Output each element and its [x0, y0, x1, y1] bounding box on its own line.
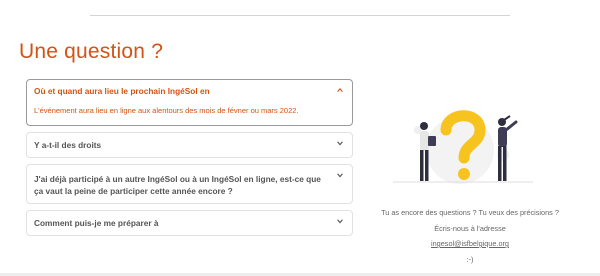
faq-question-1-text: Où et quand aura lieu le prochain IngéSo…	[34, 86, 210, 96]
contact-email-link[interactable]: ingesol@isfbelgique.org	[431, 239, 509, 248]
faq-question-4-text: Comment puis-je me préparer à	[34, 218, 159, 228]
chevron-up-icon[interactable]	[336, 86, 344, 94]
faq-answer-1: L'événement aura lieu en ligne aux alent…	[34, 106, 299, 115]
contact-smiley: :-)	[466, 254, 474, 264]
faq-item-1[interactable]: Où et quand aura lieu le prochain IngéSo…	[26, 79, 353, 126]
top-divider	[90, 15, 510, 16]
chevron-down-icon[interactable]	[336, 139, 344, 147]
faq-item-4[interactable]: Comment puis-je me préparer à	[26, 210, 353, 236]
faq-question-2[interactable]: Y a-t-il des droits	[27, 133, 352, 157]
faq-question-1[interactable]: Où et quand aura lieu le prochain IngéSo…	[27, 80, 352, 102]
contact-line-2: Écris-nous à l'adresse	[434, 223, 506, 233]
faq-accordion: Où et quand aura lieu le prochain IngéSo…	[26, 79, 353, 242]
faq-item-2[interactable]: Y a-t-il des droits	[26, 132, 353, 158]
faq-question-3-text: J'ai déjà participé à un autre IngéSol o…	[34, 174, 321, 196]
contact-line-1: Tu as encore des questions ? Tu veux des…	[381, 208, 559, 217]
chevron-down-icon[interactable]	[336, 171, 344, 179]
faq-item-3[interactable]: J'ai déjà participé à un autre IngéSol o…	[26, 164, 353, 204]
faq-question-3[interactable]: J'ai déjà participé à un autre IngéSol o…	[27, 165, 352, 203]
chevron-down-icon[interactable]	[336, 217, 344, 225]
page-title: Une question ?	[19, 40, 164, 63]
contact-block: Tu as encore des questions ? Tu veux des…	[365, 205, 575, 267]
faq-question-4[interactable]: Comment puis-je me préparer à	[27, 211, 352, 235]
faq-question-2-text: Y a-t-il des droits	[34, 140, 102, 150]
question-mark-illustration	[393, 110, 533, 184]
